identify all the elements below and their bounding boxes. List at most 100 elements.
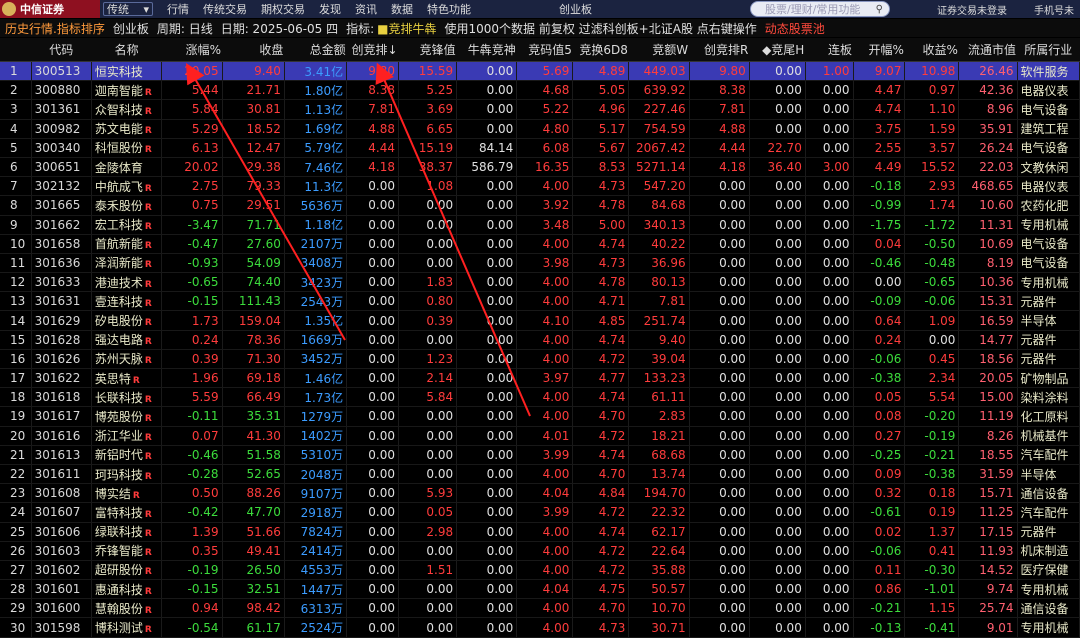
table-row[interactable]: 27 301602 超研股份 R -0.19 26.50 4553万 0.00 1.51 0.00… xyxy=(0,560,1080,581)
column-header-4[interactable]: 收盘 xyxy=(222,38,285,62)
cell-index: 28 xyxy=(0,579,32,600)
cell-连板: 1.00 xyxy=(805,61,854,82)
table-row[interactable]: 12 301633 港迪技术 R -0.65 74.40 3423万 0.00 1.83 0.00… xyxy=(0,272,1080,293)
cell-value: 26.46 xyxy=(979,64,1014,79)
menu-discover[interactable]: 发现 xyxy=(319,1,341,17)
cell-总金额: 7.46亿 xyxy=(284,157,348,178)
cell-value: 0.00 xyxy=(486,198,514,213)
cell-竞换6D8: 4.72 xyxy=(572,541,630,561)
table-row[interactable]: 7 302132 中航成飞 R 2.75 79.33 11.3亿 0.00 1.08 0.00 4.… xyxy=(0,176,1080,197)
menu-special-features[interactable]: 特色功能 xyxy=(427,1,471,17)
cell-value: 22.70 xyxy=(767,140,802,155)
column-header-16[interactable]: 收益% xyxy=(904,38,959,62)
stock-pool-link[interactable]: 动态股票池 xyxy=(765,20,825,37)
table-row[interactable]: 14 301629 矽电股份 R 1.73 159.04 1.35亿 0.00 0.39 0.00… xyxy=(0,310,1080,331)
cell-value: -1.72 xyxy=(924,217,956,232)
column-header-18[interactable]: 所属行业 xyxy=(1017,38,1080,62)
column-header-0[interactable] xyxy=(0,38,32,62)
cell-value: 2.14 xyxy=(426,371,454,386)
column-header-7[interactable]: 竞锋值 xyxy=(398,38,457,62)
table-row[interactable]: 20 301616 浙江华业 R 0.07 41.30 1402万 0.00 0.00 0.00 4… xyxy=(0,426,1080,446)
table-row[interactable]: 18 301618 长联科技 R 5.59 66.49 1.73亿 0.00 5.84 0.00 4… xyxy=(0,387,1080,408)
cell-value: 0.00 xyxy=(486,582,514,597)
menu-market[interactable]: 行情 xyxy=(167,1,189,17)
cell-竞换6D8: 5.05 xyxy=(572,80,630,101)
indicator-name[interactable]: ■竞排牛犇 xyxy=(377,20,436,37)
mode-select[interactable]: 传统 ▾ xyxy=(103,2,153,16)
column-header-6[interactable]: 创竞排↓ xyxy=(346,38,399,62)
cell-开幅: 0.02 xyxy=(853,522,906,542)
column-header-5[interactable]: 总金额 xyxy=(284,38,347,62)
cell-value: 元器件 xyxy=(1020,525,1057,540)
column-header-14[interactable]: 连板 xyxy=(805,38,854,62)
table-row[interactable]: 16 301626 苏州天脉 R 0.39 71.30 3452万 0.00 1.23 0.00 4… xyxy=(0,349,1080,370)
cell-value: 0.00 xyxy=(486,543,514,558)
table-row[interactable]: 22 301611 珂玛科技 R -0.28 52.65 2048万 0.00 0.00 0.00… xyxy=(0,464,1080,485)
cell-竞码值5: 3.92 xyxy=(516,195,574,216)
table-row[interactable]: 13 301631 壹连科技 R -0.15 111.43 2543万 0.00 0.80 0.0… xyxy=(0,291,1080,312)
menu-news[interactable]: 资讯 xyxy=(355,1,377,17)
table-row[interactable]: 4 300982 苏文电能 R 5.29 18.52 1.69亿 4.88 6.65 0.00 4.… xyxy=(0,119,1080,139)
search-input[interactable]: 股票/理财/常用功能 ⚲ xyxy=(750,1,890,17)
table-row[interactable]: 19 301617 博苑股份 R -0.11 35.31 1279万 0.00 0.00 0.00… xyxy=(0,406,1080,427)
column-header-17[interactable]: 流通市值 xyxy=(958,38,1018,62)
cell-index: 4 xyxy=(0,119,32,139)
table-row[interactable]: 21 301613 新铝时代 R -0.46 51.58 5310万 0.00 0.00 0.00… xyxy=(0,445,1080,465)
table-row[interactable]: 8 301665 泰禾股份 R 0.75 29.51 5636万 0.00 0.00 0.00 3.… xyxy=(0,195,1080,216)
column-header-10[interactable]: 竞换6D8 xyxy=(572,38,629,62)
cell-value: 4.18 xyxy=(719,160,746,175)
table-row[interactable]: 17 301622 英思特 R 1.96 69.18 1.46亿 0.00 2.14 0.00 3.… xyxy=(0,368,1080,389)
cell-竞码值5: 4.00 xyxy=(516,272,574,293)
table-row[interactable]: 29 301600 慧翰股份 R 0.94 98.42 6313万 0.00 0.00 0.00 4… xyxy=(0,598,1080,619)
table-row[interactable]: 23 301608 博实结 R 0.50 88.26 9107万 0.00 5.93 0.00 4.… xyxy=(0,483,1080,504)
cell-value: 639.92 xyxy=(643,83,686,98)
column-header-13[interactable]: ◆竞尾H xyxy=(749,38,806,62)
cell-竞锋值: 0.00 xyxy=(398,598,458,619)
column-header-8[interactable]: 牛犇竞神 xyxy=(456,38,517,62)
cell-牛犇竞神: 0.00 xyxy=(456,464,518,485)
table-row[interactable]: 3 301361 众智科技 R 5.84 30.81 1.13亿 7.81 3.69 0.00 5.… xyxy=(0,99,1080,120)
cell-竞额W: 2.83 xyxy=(628,406,690,427)
cell-竞尾H: 0.00 xyxy=(749,176,806,197)
cell-index: 1 xyxy=(0,61,32,82)
history-sort-label[interactable]: 历史行情.指标排序 xyxy=(5,20,105,37)
cell-所属行业: 半导体 xyxy=(1017,464,1080,485)
cell-value: 15.52 xyxy=(921,160,956,175)
table-row[interactable]: 9 301662 宏工科技 R -3.47 71.71 1.18亿 0.00 0.00 0.00 3… xyxy=(0,215,1080,235)
column-header-1[interactable]: 代码 xyxy=(31,38,92,62)
table-row[interactable]: 25 301606 绿联科技 R 1.39 51.66 7824万 0.00 2.98 0.00 4… xyxy=(0,522,1080,542)
cell-value: 10.69 xyxy=(979,236,1014,251)
table-row[interactable]: 26 301603 乔锋智能 R 0.35 49.41 2414万 0.00 0.00 0.00 4… xyxy=(0,541,1080,561)
financing-flag: R xyxy=(144,529,152,540)
column-header-11[interactable]: 竞额W xyxy=(628,38,690,62)
table-row[interactable]: 30 301598 博科测试 R -0.54 61.17 2524万 0.00 0.00 0.00… xyxy=(0,617,1080,638)
column-header-3[interactable]: 涨幅% xyxy=(161,38,223,62)
cell-代码: 300651 xyxy=(31,157,92,178)
table-row[interactable]: 2 300880 迦南智能 R 5.44 21.71 1.80亿 8.38 5.25 0.00 4.… xyxy=(0,80,1080,101)
cell-开幅: -0.99 xyxy=(853,195,906,216)
column-header-12[interactable]: 创竞排R xyxy=(689,38,750,62)
menu-data[interactable]: 数据 xyxy=(391,1,413,17)
menu-option-trade[interactable]: 期权交易 xyxy=(261,1,305,17)
table-row[interactable]: 11 301636 泽润新能 R -0.93 54.09 3408万 0.00 0.00 0.00… xyxy=(0,253,1080,274)
table-row[interactable]: 6 300651 金陵体育 20.02 29.38 7.46亿 4.18 38.37 586.7… xyxy=(0,157,1080,178)
table-row[interactable]: 15 301628 强达电路 R 0.24 78.36 1669万 0.00 0.00 0.00 4… xyxy=(0,330,1080,350)
phone-login[interactable]: 手机号未 xyxy=(1034,2,1074,17)
menu-traditional-trade[interactable]: 传统交易 xyxy=(203,1,247,17)
cell-牛犇竞神: 0.00 xyxy=(456,502,518,523)
cell-竞锋值: 5.25 xyxy=(398,80,458,101)
cell-value: 0.00 xyxy=(426,428,454,443)
column-header-15[interactable]: 开幅% xyxy=(853,38,905,62)
cell-value: 4.75 xyxy=(598,582,626,597)
login-status[interactable]: 证券交易未登录 xyxy=(937,2,1007,17)
table-row[interactable]: 10 301658 首航新能 R -0.47 27.60 2107万 0.00 0.00 0.00… xyxy=(0,234,1080,254)
cell-value: 1.69亿 xyxy=(304,122,344,137)
column-header-2[interactable]: 名称 xyxy=(91,38,162,62)
column-header-9[interactable]: 竞码值5 xyxy=(516,38,573,62)
table-row[interactable]: 24 301607 富特科技 R -0.42 47.70 2918万 0.00 0.05 0.00… xyxy=(0,502,1080,523)
table-row[interactable]: 1 300513 恒实科技 20.05 9.40 3.41亿 9.80 15.59 0.00 5.… xyxy=(0,61,1080,82)
table-row[interactable]: 28 301601 惠通科技 R -0.15 32.51 1447万 0.00 0.00 0.00… xyxy=(0,579,1080,600)
cell-流通市值: 10.60 xyxy=(958,195,1018,216)
table-row[interactable]: 5 300340 科恒股份 R 6.13 12.47 5.79亿 4.44 15.19 84.14… xyxy=(0,138,1080,158)
cell-value: 18.55 xyxy=(979,447,1014,462)
